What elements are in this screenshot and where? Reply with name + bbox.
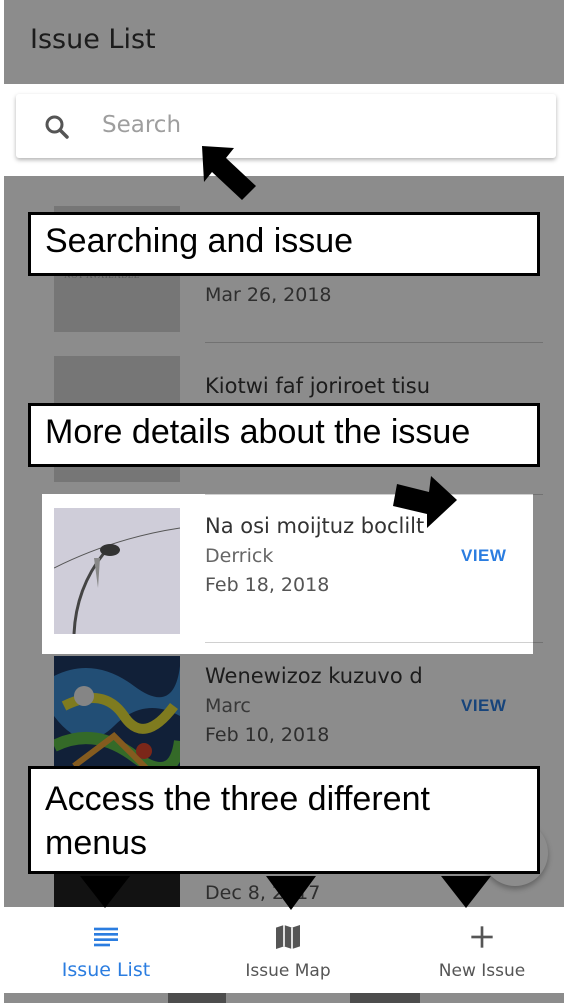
list-icon	[94, 927, 118, 947]
nav-issue-list[interactable]: Issue List	[44, 907, 168, 985]
issue-date: Feb 18, 2018	[205, 574, 330, 596]
arrow-down-icon	[80, 876, 130, 908]
app-screen: Issue List NOT AVAILABLE Mar 26, 2018 Ki…	[4, 0, 564, 1003]
callout-details: More details about the issue	[28, 403, 540, 467]
street-lamp-photo	[54, 508, 180, 634]
nav-label: Issue List	[61, 959, 151, 981]
nav-new-issue[interactable]: New Issue	[420, 907, 544, 985]
callout-search: Searching and issue	[28, 212, 540, 276]
arrow-to-search-icon	[202, 146, 256, 200]
issue-row[interactable]: Na osi moijtuz boclilt Derrick Feb 18, 2…	[4, 494, 564, 644]
row-divider	[205, 642, 543, 643]
bottom-navigation: Issue List Issue Map New Issue	[4, 907, 564, 993]
nav-issue-map[interactable]: Issue Map	[226, 907, 350, 985]
tutorial-dim	[533, 494, 564, 654]
nav-label: New Issue	[438, 961, 526, 981]
plus-icon	[471, 926, 493, 948]
nav-label: Issue Map	[245, 961, 331, 981]
search-bar[interactable]	[16, 94, 556, 158]
search-input[interactable]	[102, 112, 502, 138]
tutorial-dim	[4, 494, 42, 654]
arrow-down-icon	[441, 876, 491, 908]
view-button[interactable]: VIEW	[461, 546, 506, 566]
arrow-to-view-icon	[393, 476, 457, 528]
callout-menus: Access the three different menus	[28, 766, 540, 874]
tutorial-dim	[4, 0, 564, 84]
map-icon	[276, 925, 300, 949]
issue-thumbnail	[54, 508, 180, 634]
search-area	[4, 84, 564, 174]
arrow-down-icon	[266, 876, 316, 910]
issue-author: Derrick	[205, 545, 274, 567]
search-icon	[45, 115, 69, 139]
